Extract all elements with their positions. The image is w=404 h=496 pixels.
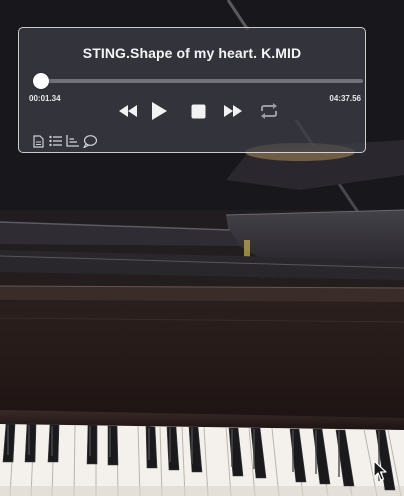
mouse-cursor-icon — [373, 460, 387, 481]
playlist-button[interactable] — [48, 134, 63, 148]
tool-bar — [31, 134, 99, 148]
file-button[interactable] — [31, 134, 46, 148]
repeat-button[interactable] — [248, 100, 290, 122]
repeat-icon — [261, 103, 277, 119]
fast-forward-icon — [224, 105, 242, 117]
transport-controls — [116, 100, 290, 122]
track-title: STING.Shape of my heart. K.MID — [82, 45, 302, 61]
chart-button[interactable] — [65, 134, 80, 148]
elapsed-time: 00:01.34 — [29, 94, 61, 103]
play-button[interactable] — [140, 100, 178, 122]
total-time: 04:37.56 — [329, 94, 361, 103]
file-icon — [33, 134, 44, 148]
rewind-icon — [119, 105, 137, 117]
midi-player-panel: STING.Shape of my heart. K.MID 00:01.34 … — [18, 27, 366, 153]
progress-slider[interactable] — [32, 73, 363, 89]
chat-button[interactable] — [82, 134, 97, 148]
chart-icon — [66, 135, 79, 147]
chat-icon — [82, 134, 97, 148]
progress-thumb[interactable] — [32, 73, 49, 89]
rewind-button[interactable] — [116, 100, 140, 122]
stop-icon — [191, 104, 205, 118]
stop-button[interactable] — [178, 100, 218, 122]
fast-forward-button[interactable] — [218, 100, 248, 122]
list-icon — [49, 135, 62, 147]
play-icon — [152, 102, 167, 120]
